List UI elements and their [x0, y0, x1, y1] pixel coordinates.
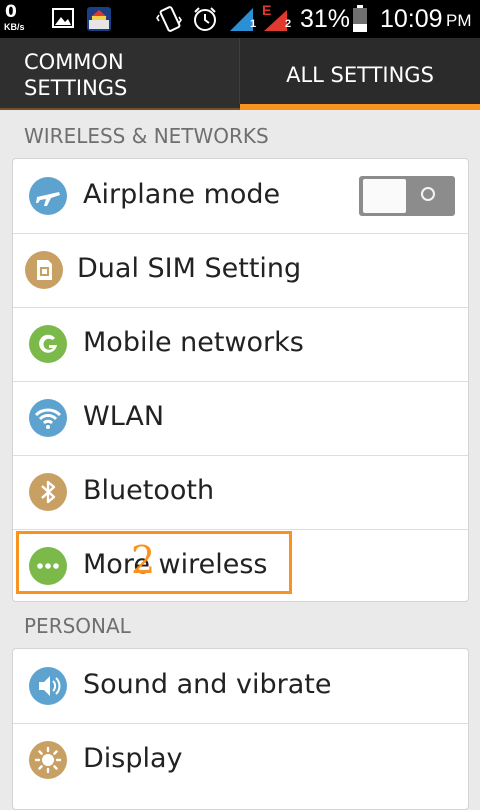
network-speed-unit: KB/s	[4, 22, 25, 32]
airplane-mode-toggle[interactable]	[359, 176, 455, 216]
settings-item-bluetooth[interactable]: Bluetooth	[13, 455, 468, 530]
vibrate-icon	[156, 6, 182, 32]
settings-item-airplane-mode[interactable]: Airplane mode	[13, 159, 468, 234]
sim-card-icon	[25, 251, 63, 289]
personal-card: Sound and vibrate Display	[12, 648, 469, 810]
tab-common-settings-label: COMMON SETTINGS	[24, 50, 128, 100]
section-header-wireless: WIRELESS & NETWORKS	[24, 124, 269, 148]
more-icon	[29, 547, 67, 585]
network-speed-value: 0	[5, 2, 17, 22]
settings-item-label: Airplane mode	[83, 179, 281, 210]
tab-baseline	[0, 108, 240, 110]
settings-item-label: Dual SIM Setting	[77, 253, 302, 284]
speaker-icon	[29, 667, 67, 705]
image-icon	[52, 8, 74, 28]
battery-icon	[353, 5, 367, 32]
alarm-icon	[194, 7, 216, 31]
toggle-off-indicator	[421, 187, 435, 201]
settings-item-more-wireless[interactable]: More wireless	[13, 529, 468, 601]
sim2-badge: 2	[285, 18, 292, 30]
tab-all-settings[interactable]: ALL SETTINGS	[240, 38, 480, 110]
clock-ampm: PM	[446, 11, 472, 30]
section-header-personal: PERSONAL	[24, 614, 131, 638]
sim1-badge: 1	[250, 18, 257, 30]
settings-item-mobile-networks[interactable]: Mobile networks	[13, 307, 468, 382]
tab-all-settings-label: ALL SETTINGS	[286, 63, 434, 87]
tab-common-settings[interactable]: COMMON SETTINGS	[0, 38, 239, 110]
settings-item-label: Display	[83, 743, 183, 774]
app-notification-icon	[87, 7, 111, 31]
clock-time: 10:09	[380, 5, 443, 33]
toggle-knob	[363, 179, 406, 213]
settings-item-wlan[interactable]: WLAN	[13, 381, 468, 456]
brightness-icon	[29, 741, 67, 779]
airplane-icon	[29, 177, 67, 215]
wireless-card: Airplane mode Dual SIM Setting Mobile ne…	[12, 158, 469, 602]
tab-selected-indicator	[240, 104, 480, 110]
battery-percent: 31%	[300, 5, 351, 33]
settings-item-label: WLAN	[83, 401, 165, 432]
settings-tab-bar: COMMON SETTINGS ALL SETTINGS	[0, 38, 480, 110]
mobile-networks-icon	[29, 325, 67, 363]
settings-item-label: Bluetooth	[83, 475, 215, 506]
status-bar: 0 KB/s 1 E 2 31% 10:09 PM	[0, 0, 480, 38]
settings-item-sound-vibrate[interactable]: Sound and vibrate	[13, 649, 468, 724]
settings-item-label: Mobile networks	[83, 327, 304, 358]
settings-item-label: More wireless	[83, 549, 268, 580]
bluetooth-icon	[29, 473, 67, 511]
settings-item-label: Sound and vibrate	[83, 669, 332, 700]
wifi-icon	[29, 399, 67, 437]
settings-item-display[interactable]: Display	[13, 723, 468, 797]
settings-item-dual-sim[interactable]: Dual SIM Setting	[13, 233, 468, 308]
